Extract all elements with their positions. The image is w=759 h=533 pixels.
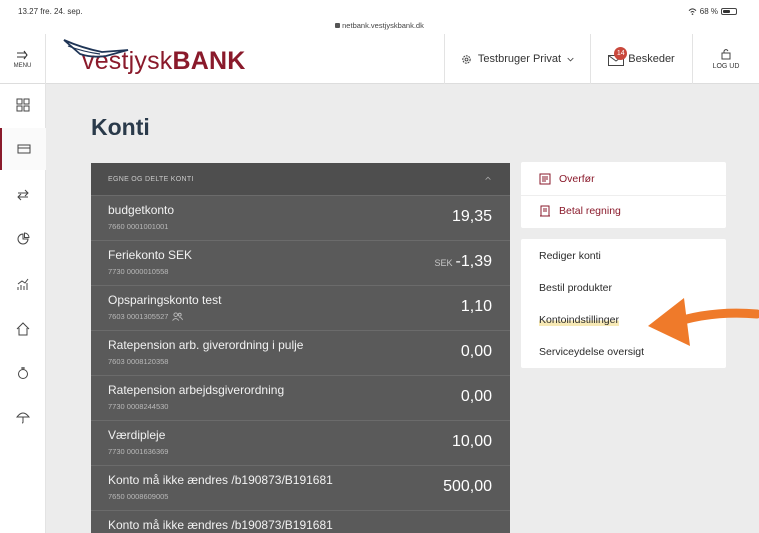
logout-label: LOG UD (712, 63, 740, 70)
url-text: netbank.vestjyskbank.dk (342, 21, 424, 30)
sidebar-item-transfer[interactable] (0, 174, 46, 216)
card-icon (17, 144, 31, 154)
menu-button[interactable]: MENU (0, 34, 46, 84)
bird-logo-icon (63, 39, 129, 58)
account-name: Konto må ikke ændres /b190873/B191681 (108, 473, 333, 487)
messages-button[interactable]: 14 Beskeder (590, 34, 692, 84)
account-balance (489, 523, 492, 533)
status-indicators: 68 % (688, 7, 737, 16)
logout-lock-icon (721, 49, 731, 60)
pay-bill-label: Betal regning (559, 205, 621, 217)
sidebar-item-pension[interactable] (0, 352, 46, 394)
transfer-icon (539, 173, 551, 185)
pie-chart-icon (17, 232, 30, 245)
account-name: budgetkonto (108, 203, 175, 217)
logout-button[interactable]: LOG UD (692, 34, 759, 84)
sidebar (0, 84, 46, 533)
accounts-section-header[interactable]: EGNE OG DELTE KONTI (91, 163, 510, 195)
bank-logo[interactable]: vestjyskBANK (62, 38, 246, 80)
account-row[interactable]: Ratepension arbejdsgiverordning 7730 000… (91, 375, 510, 420)
account-currency: SEK (434, 258, 453, 268)
sidebar-item-accounts[interactable] (0, 128, 46, 170)
account-balance: 19,35 (451, 208, 492, 225)
bill-icon (540, 205, 550, 217)
account-name: Konto må ikke ændres /b190873/B191681 (108, 518, 333, 532)
gear-icon (462, 54, 471, 64)
chevron-up-icon (485, 176, 491, 180)
primary-actions-card: Overfør Betal regning (521, 162, 726, 228)
account-row[interactable]: Konto må ikke ændres /b190873/B191681 76… (91, 465, 510, 510)
transfer-action[interactable]: Overfør (521, 163, 726, 195)
account-row[interactable]: Konto må ikke ændres /b190873/B191681 (91, 510, 510, 533)
account-row[interactable]: Ratepension arb. giverordning i pulje 76… (91, 330, 510, 375)
account-number: 7660 0001001001 (108, 222, 169, 231)
account-name: Ratepension arb. giverordning i pulje (108, 338, 304, 352)
house-icon (16, 322, 30, 336)
account-name: Opsparingskonto test (108, 293, 222, 307)
sidebar-item-insurance[interactable] (0, 396, 46, 438)
account-number: 7730 0008244530 (108, 402, 169, 411)
menu-arrow-icon (16, 50, 28, 59)
account-balance: SEK -1,39 (434, 253, 492, 270)
status-bar: 13.27 fre. 24. sep. netbank.vestjyskbank… (0, 0, 759, 34)
messages-badge: 14 (614, 47, 628, 60)
edit-accounts-link[interactable]: Rediger konti (521, 240, 726, 272)
account-balance: 0,00 (460, 343, 492, 360)
lock-icon (335, 23, 341, 28)
account-settings-label: Kontoindstillinger (539, 314, 619, 326)
annotation-arrow-icon (648, 298, 759, 346)
sidebar-item-overview[interactable] (0, 84, 46, 126)
account-balance: 1,10 (460, 298, 492, 315)
account-name: Værdipleje (108, 428, 166, 442)
user-name: Testbruger Privat (477, 53, 562, 65)
account-balance: 500,00 (443, 478, 492, 495)
account-number: 7730 0000010558 (108, 267, 169, 276)
account-row[interactable]: Værdipleje 7730 0001636369 10,00 (91, 420, 510, 465)
page-title: Konti (91, 114, 150, 140)
wifi-icon (688, 8, 697, 15)
transfer-arrows-icon (17, 189, 29, 201)
account-number: 7650 0008609005 (108, 492, 169, 501)
accounts-panel: EGNE OG DELTE KONTI budgetkonto 7660 000… (91, 163, 510, 533)
account-row[interactable]: Feriekonto SEK 7730 0000010558 SEK -1,39 (91, 240, 510, 285)
sidebar-item-investments[interactable] (0, 264, 46, 306)
grid-icon (16, 98, 30, 112)
account-number: 7603 0008120358 (108, 357, 169, 366)
battery-icon (721, 8, 737, 15)
edit-accounts-label: Rediger konti (539, 250, 601, 262)
umbrella-icon (16, 412, 30, 424)
chevron-down-icon (567, 57, 574, 61)
account-balance: 0,00 (460, 388, 492, 405)
user-menu[interactable]: Testbruger Privat (444, 34, 590, 84)
chart-bars-icon (17, 278, 29, 290)
order-products-label: Bestil produkter (539, 282, 612, 294)
shared-users-icon (172, 312, 184, 321)
top-header: MENU vestjyskBANK Testbruger Privat 14 B… (0, 34, 759, 84)
account-name: Feriekonto SEK (108, 248, 193, 262)
account-name: Ratepension arbejdsgiverordning (108, 383, 285, 397)
address-bar[interactable]: netbank.vestjyskbank.dk (0, 21, 759, 30)
sidebar-item-home[interactable] (0, 308, 46, 350)
messages-label: Beskeder (628, 53, 675, 65)
account-number: 7603 0001305527 (108, 312, 184, 321)
account-balance: 10,00 (451, 433, 492, 450)
transfer-label: Overfør (559, 173, 595, 185)
battery-percent: 68 % (699, 7, 718, 16)
account-row[interactable]: Opsparingskonto test 7603 0001305527 1,1… (91, 285, 510, 330)
accounts-section-label: EGNE OG DELTE KONTI (108, 176, 194, 183)
sidebar-item-budget[interactable] (0, 218, 46, 260)
account-number: 7730 0001636369 (108, 447, 169, 456)
service-overview-label: Serviceydelse oversigt (539, 346, 645, 358)
menu-label: MENU (13, 62, 32, 69)
pay-bill-action[interactable]: Betal regning (521, 195, 726, 227)
account-row[interactable]: budgetkonto 7660 0001001001 19,35 (91, 195, 510, 240)
status-time: 13.27 fre. 24. sep. (18, 7, 83, 16)
piggy-icon (18, 367, 28, 379)
